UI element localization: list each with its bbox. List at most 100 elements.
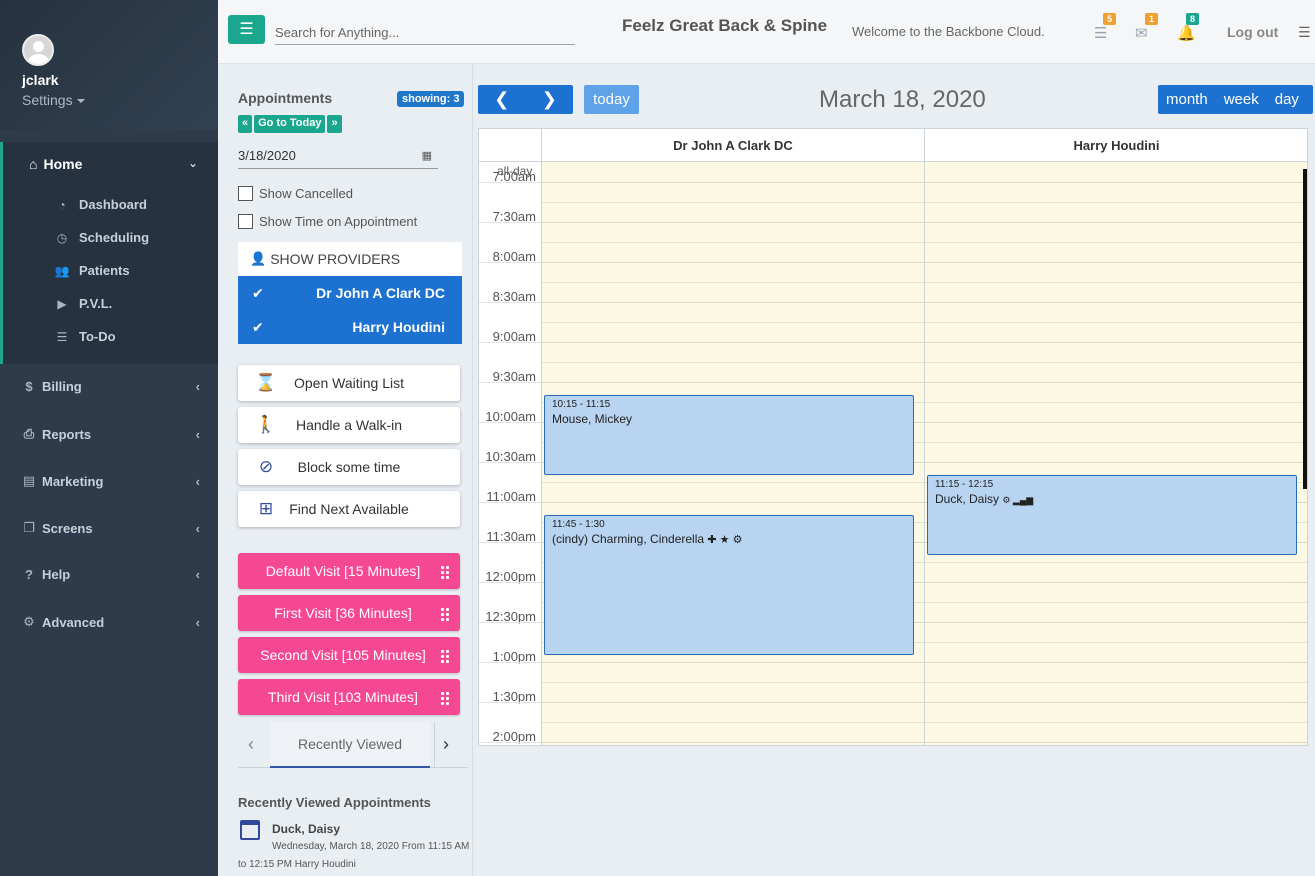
drag-handle-icon[interactable] [440, 565, 450, 579]
recent-title: Recently Viewed Appointments [238, 795, 431, 810]
providers-list: 👤 SHOW PROVIDERS ✔ Dr John A Clark DC ✔ … [238, 242, 462, 344]
event-time: 11:15 - 12:15 [935, 479, 994, 490]
slot-line [479, 182, 542, 183]
block-time-button[interactable]: ⊘ Block some time [238, 449, 460, 485]
tasks-badge: 5 [1103, 13, 1117, 25]
slot-line [542, 682, 1307, 683]
chevron-down-icon[interactable]: ⌄ [188, 156, 198, 170]
provider-item[interactable]: ✔ Harry Houdini [238, 310, 462, 344]
column-header: Harry Houdini [925, 129, 1307, 162]
slot-line [542, 362, 1307, 363]
dashboard-icon: ◔ [58, 197, 66, 212]
next-day-button[interactable]: » [327, 115, 342, 133]
show-time-checkbox[interactable] [238, 214, 253, 229]
sidebar: jclark Settings ⌂ Home ⌄ ◔ Dashboard ◷ S… [0, 0, 218, 876]
sidebar-item-help[interactable]: ? Help ‹ [22, 567, 200, 582]
sidebar-item-todo[interactable]: ☰ To-Do [53, 329, 116, 344]
chevron-left-icon[interactable]: ‹ [248, 734, 254, 755]
slot-line [542, 342, 1307, 343]
check-icon: ✔ [252, 319, 264, 335]
recent-appointment-name[interactable]: Duck, Daisy [272, 822, 340, 836]
sidebar-item-marketing[interactable]: ▤ Marketing ‹ [22, 473, 200, 489]
prev-day-button[interactable]: « [238, 115, 253, 133]
view-month-button[interactable]: month [1158, 85, 1214, 114]
monitor-plus-icon: ⊞ [258, 499, 274, 518]
event-status-icons: ✚ ★ ⚙ [707, 534, 743, 546]
drag-handle-icon[interactable] [440, 607, 450, 621]
menu-toggle-button[interactable]: ☰ [228, 15, 265, 44]
user-block: jclark Settings [0, 0, 218, 130]
scrollbar[interactable] [1303, 169, 1307, 489]
drag-handle-icon[interactable] [440, 691, 450, 705]
date-field[interactable]: 3/18/2020 ▦ [238, 148, 438, 169]
chevron-left-icon: ‹ [195, 567, 200, 582]
open-waiting-list-button[interactable]: ⌛ Open Waiting List [238, 365, 460, 401]
sidebar-item-scheduling[interactable]: ◷ Scheduling [53, 230, 149, 245]
slot-line [542, 242, 1307, 243]
goto-today-button[interactable]: Go to Today [254, 115, 326, 133]
sidebar-item-label: Marketing [42, 473, 104, 489]
next-arrow-icon[interactable]: ❯ [526, 85, 574, 114]
find-next-available-button[interactable]: ⊞ Find Next Available [238, 491, 460, 527]
show-time-option[interactable]: Show Time on Appointment [238, 214, 417, 229]
clock-icon: ◷ [56, 230, 68, 245]
tasks-icon[interactable]: ☰ [1094, 24, 1107, 42]
drag-handle-icon[interactable] [440, 649, 450, 663]
visit-type-button[interactable]: Third Visit [103 Minutes] [238, 679, 460, 715]
search-input[interactable] [275, 20, 575, 45]
checklist-icon[interactable]: ☰ [1298, 24, 1311, 41]
settings-menu[interactable]: Settings [22, 92, 218, 108]
slot-line [542, 302, 1307, 303]
event-patient: Mouse, Mickey [552, 412, 633, 426]
hamburger-icon: ☰ [239, 21, 254, 38]
column-divider [924, 162, 925, 745]
ban-icon: ⊘ [258, 457, 274, 476]
sidebar-item-home[interactable]: ⌂ Home [29, 156, 82, 172]
event-title: Mouse, Mickey [552, 412, 906, 426]
slot-line [542, 742, 1307, 743]
sidebar-item-dashboard[interactable]: ◔ Dashboard [53, 197, 147, 212]
chevron-left-icon: ‹ [195, 473, 200, 489]
avatar[interactable] [22, 34, 54, 66]
sidebar-item-screens[interactable]: ❐ Screens ‹ [22, 520, 200, 536]
appointment-event[interactable]: 10:15 - 11:15 Mouse, Mickey [544, 395, 914, 475]
button-label: Handle a Walk-in [295, 417, 403, 433]
visit-label: First Visit [36 Minutes] [274, 605, 412, 621]
calendar-body[interactable]: 10:15 - 11:15 Mouse, Mickey 11:45 - 1:30… [542, 162, 1307, 745]
prev-arrow-icon[interactable]: ❮ [478, 85, 526, 114]
sidebar-item-patients[interactable]: 👥 Patients [53, 263, 130, 278]
slot-line [479, 262, 542, 263]
show-providers-label: SHOW PROVIDERS [270, 251, 401, 267]
show-providers-header[interactable]: 👤 SHOW PROVIDERS [238, 242, 462, 276]
slot-line [479, 622, 542, 623]
appointment-event[interactable]: 11:45 - 1:30 (cindy) Charming, Cinderell… [544, 515, 914, 655]
visit-type-button[interactable]: Default Visit [15 Minutes] [238, 553, 460, 589]
sidebar-item-billing[interactable]: $ Billing ‹ [22, 379, 200, 394]
sidebar-item-pvl[interactable]: ▶ P.V.L. [53, 296, 112, 311]
visit-type-button[interactable]: First Visit [36 Minutes] [238, 595, 460, 631]
logout-link[interactable]: Log out [1227, 24, 1278, 40]
show-cancelled-checkbox[interactable] [238, 186, 253, 201]
chevron-left-icon: ‹ [195, 520, 200, 536]
calendar-icon[interactable]: ▦ [422, 149, 432, 162]
list-icon: ☰ [56, 329, 68, 344]
sidebar-item-label: Patients [79, 263, 130, 278]
sidebar-item-advanced[interactable]: ⚙ Advanced ‹ [22, 614, 200, 630]
bell-icon[interactable]: 🔔 [1177, 24, 1196, 42]
view-day-button[interactable]: day [1265, 85, 1305, 114]
appointment-event[interactable]: 11:15 - 12:15 Duck, Daisy ⚙ ▂▄▆ [927, 475, 1297, 555]
username: jclark [22, 72, 59, 88]
tab-recently-viewed[interactable]: Recently Viewed [270, 722, 430, 768]
view-week-button[interactable]: week [1214, 85, 1265, 114]
slot-line [542, 382, 1307, 383]
provider-item[interactable]: ✔ Dr John A Clark DC [238, 276, 462, 310]
today-button[interactable]: today [584, 85, 639, 114]
chevron-right-icon[interactable]: › [443, 734, 449, 755]
show-cancelled-option[interactable]: Show Cancelled [238, 186, 353, 201]
sidebar-item-reports[interactable]: ⎙ Reports ‹ [22, 426, 200, 442]
envelope-icon[interactable]: ✉ [1135, 24, 1148, 42]
users-icon: 👥 [54, 263, 70, 278]
slot-line [479, 582, 542, 583]
handle-walk-in-button[interactable]: 🚶 Handle a Walk-in [238, 407, 460, 443]
visit-type-button[interactable]: Second Visit [105 Minutes] [238, 637, 460, 673]
